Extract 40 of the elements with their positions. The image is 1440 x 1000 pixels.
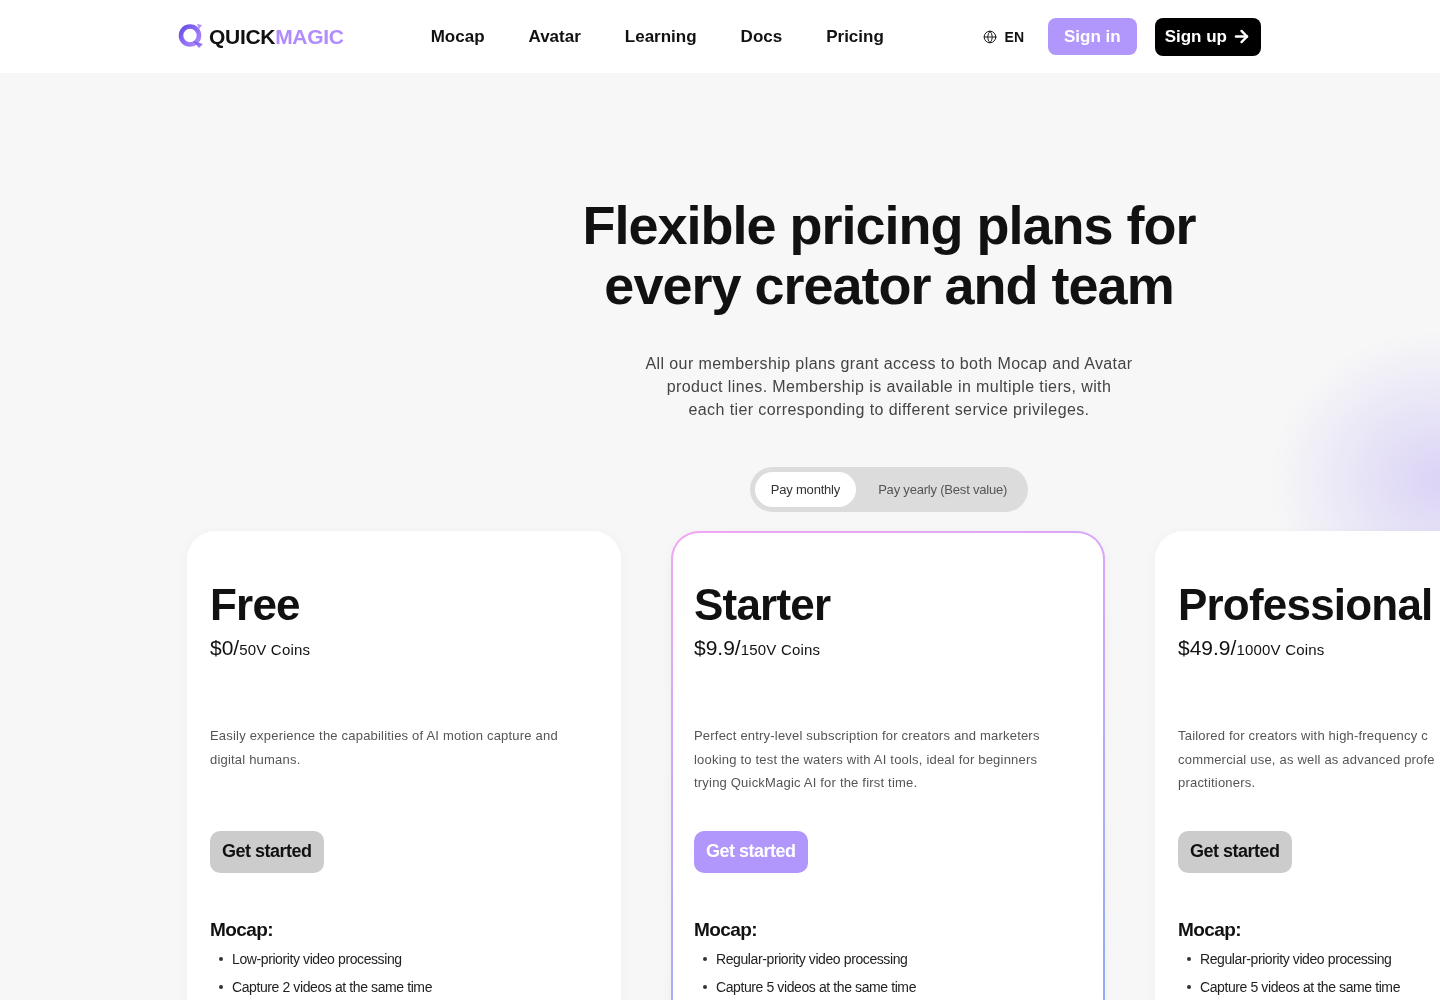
page-heading: Flexible pricing plans for every creator and team <box>581 195 1197 315</box>
sign-up-button[interactable]: Sign up <box>1154 17 1261 56</box>
feature-heading: Mocap: <box>210 917 273 942</box>
bullet-icon <box>219 984 223 989</box>
feature-text: Regular-priority video processing <box>1200 950 1392 967</box>
feature-text: Capture 5 videos at the same time <box>1200 978 1401 995</box>
feature-heading: Mocap: <box>1178 917 1241 942</box>
bullet-icon <box>703 984 707 989</box>
nav-link[interactable]: Docs <box>740 26 783 47</box>
logo-icon <box>178 22 205 51</box>
plan-price: $9.9/150V Coins <box>694 636 821 661</box>
intro-text: All our membership plans grant access to both Mocap and Avatar product lines. Membership is available in multiple tiers, with each tier corresponding to different service privileges. <box>645 354 1133 420</box>
nav-link[interactable]: Mocap <box>430 26 485 47</box>
bullet-icon <box>219 956 223 961</box>
language-button[interactable]: EN <box>982 28 1024 45</box>
plan-price: $49.9/1000V Coins <box>1178 636 1325 661</box>
feature-heading: Mocap: <box>694 917 757 942</box>
billing-option[interactable]: Pay yearly (Best value) <box>862 472 1024 507</box>
plan-price: $0/50V Coins <box>210 636 311 661</box>
billing-option[interactable]: Pay monthly <box>754 472 857 507</box>
plan-name: Starter <box>694 581 831 629</box>
plan-name: Professional <box>1178 581 1433 629</box>
nav-link[interactable]: Pricing <box>826 26 884 47</box>
plan-description: Perfect entry-level subscription for creators and marketers looking to test the waters with AI tools, ideal for beginners trying QuickMagic AI for the first time. <box>694 727 1040 792</box>
bullet-icon <box>1187 984 1191 989</box>
get-started-button[interactable]: Get started <box>1178 830 1292 873</box>
feature-text: Capture 2 videos at the same time <box>232 978 433 995</box>
plan-name: Free <box>210 581 300 629</box>
logo-text: QUICKMAGIC <box>209 24 344 49</box>
feature-text: Regular-priority video processing <box>716 950 908 967</box>
globe-icon <box>982 29 997 44</box>
feature-text: Low-priority video processing <box>232 950 402 967</box>
bullet-icon <box>1187 956 1191 961</box>
feature-text: Capture 5 videos at the same time <box>716 978 917 995</box>
get-started-button[interactable]: Get started <box>210 830 324 873</box>
plan-description: Tailored for creators with high-frequency c commercial use, as well as advanced profe practitioners. <box>1178 727 1435 792</box>
bullet-icon <box>703 956 707 961</box>
nav-link[interactable]: Avatar <box>528 26 581 47</box>
nav-link[interactable]: Learning <box>624 26 697 47</box>
plan-description: Easily experience the capabilities of AI motion capture and digital humans. <box>210 727 558 769</box>
